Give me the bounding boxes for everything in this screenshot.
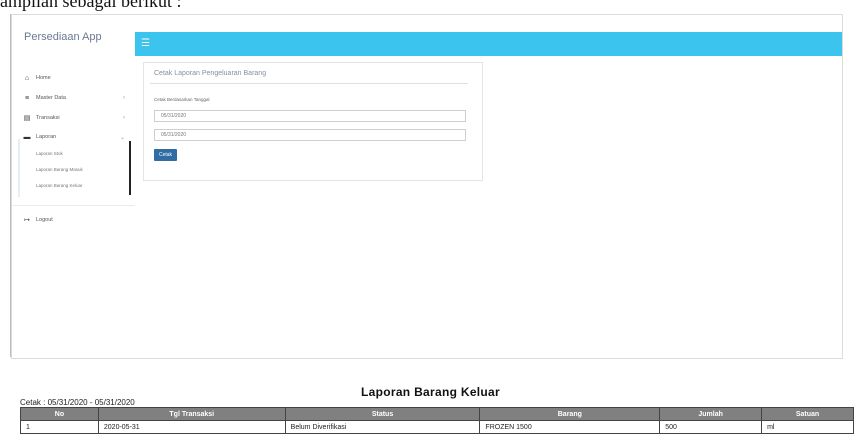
- column-header: Barang: [479, 407, 661, 421]
- document-caption: ampilan sebagai berikut :: [0, 0, 861, 14]
- chevron-down-icon: ⌄: [119, 134, 125, 141]
- column-header: No: [20, 407, 99, 421]
- chevron-icon: ‹: [123, 95, 125, 101]
- card-title: Cetak Laporan Pengeluaran Barang: [154, 70, 267, 77]
- column-header: Status: [284, 407, 481, 421]
- column-header: Tgl Transaksi: [97, 407, 286, 421]
- card-divider: [150, 83, 468, 84]
- sidebar-item-label: Transaksi: [36, 115, 60, 121]
- print-date-range: Cetak : 05/31/2020 - 05/31/2020: [20, 398, 135, 407]
- logout-icon: ↦: [24, 217, 30, 224]
- chevron-icon: ‹: [123, 115, 125, 121]
- folder-icon: ▬: [23, 133, 31, 141]
- sidebar: Persediaan App ⌂ Home ≡ Master Data ‹ ▤ …: [12, 15, 135, 358]
- column-header: Jumlah: [659, 407, 763, 421]
- sidebar-subitem-laporan-barang-keluar[interactable]: Laporan Barang Keluar: [36, 180, 83, 190]
- table-cell: 2020-05-31: [97, 420, 286, 434]
- date-range-label: Cetak Berdasarkan Tanggal: [154, 97, 210, 102]
- table-row: 1 2020-05-31 Belum Diverifikasi FROZEN 1…: [20, 420, 854, 434]
- date-from-input[interactable]: 05/31/2020: [154, 110, 466, 122]
- sidebar-divider: [12, 205, 135, 206]
- report-table: No Tgl Transaksi Status Barang Jumlah Sa…: [20, 407, 854, 434]
- table-cell: 1: [20, 420, 99, 434]
- report-title: Laporan Barang Keluar: [361, 385, 500, 399]
- submenu-background: [18, 139, 20, 197]
- submenu-indicator: [129, 141, 131, 195]
- date-to-input[interactable]: 05/31/2020: [154, 129, 466, 141]
- table-cell: ml: [761, 420, 854, 434]
- sidebar-item-laporan[interactable]: ▬ Laporan ⌄: [23, 131, 131, 143]
- table-cell: 500: [659, 420, 763, 434]
- sidebar-item-home[interactable]: ⌂ Home: [23, 72, 131, 84]
- table-cell: FROZEN 1500: [479, 420, 661, 434]
- hamburger-menu-icon[interactable]: ☰: [141, 38, 150, 49]
- sidebar-item-master-data[interactable]: ≡ Master Data ‹: [23, 92, 131, 104]
- top-navbar: ☰: [135, 32, 842, 56]
- sidebar-item-label: Logout: [36, 217, 53, 223]
- report-form-card: Cetak Laporan Pengeluaran Barang Cetak B…: [143, 62, 483, 181]
- sidebar-item-transaksi[interactable]: ▤ Transaksi ‹: [23, 112, 131, 124]
- table-header-row: No Tgl Transaksi Status Barang Jumlah Sa…: [20, 407, 854, 421]
- list-icon: ≡: [24, 94, 30, 102]
- cetak-button[interactable]: Cetak: [154, 149, 177, 161]
- sidebar-item-label: Master Data: [36, 95, 66, 101]
- sidebar-subitem-laporan-stok[interactable]: Laporan Stok: [36, 148, 63, 158]
- sidebar-item-logout[interactable]: ↦ Logout: [23, 214, 131, 226]
- table-cell: Belum Diverifikasi: [284, 420, 481, 434]
- column-header: Satuan: [761, 407, 854, 421]
- sidebar-subitem-laporan-barang-masuk[interactable]: Laporan Barang Masuk: [36, 164, 83, 174]
- database-icon: ▤: [23, 115, 31, 122]
- sidebar-item-label: Laporan: [36, 134, 57, 140]
- app-brand[interactable]: Persediaan App: [24, 31, 102, 43]
- home-icon: ⌂: [24, 74, 30, 82]
- app-screenshot: Persediaan App ⌂ Home ≡ Master Data ‹ ▤ …: [11, 14, 843, 359]
- caption-text: ampilan sebagai berikut :: [0, 0, 182, 11]
- sidebar-item-label: Home: [36, 75, 51, 81]
